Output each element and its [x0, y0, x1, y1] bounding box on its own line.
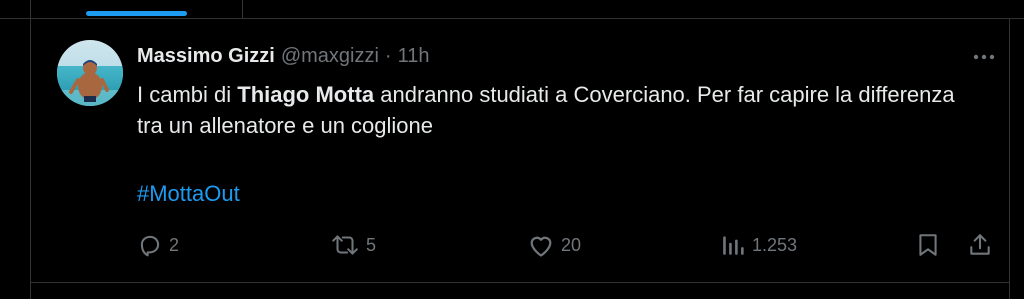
bookmark-button[interactable] — [916, 230, 940, 260]
more-horizontal-icon — [973, 47, 995, 65]
views-count: 1.253 — [752, 234, 798, 255]
bookmark-icon — [916, 232, 940, 258]
reply-button[interactable]: 2 — [137, 230, 179, 260]
reply-icon — [137, 232, 163, 258]
tab-divider — [242, 0, 243, 18]
avatar[interactable] — [57, 40, 123, 106]
repost-icon — [330, 232, 360, 258]
tweet-header: Massimo Gizzi @maxgizzi · 11h — [137, 43, 429, 69]
tab-strip — [0, 0, 1024, 19]
share-icon — [968, 232, 992, 258]
like-count: 20 — [561, 234, 582, 255]
tweet-text: I cambi di Thiago Motta andranno studiat… — [137, 79, 977, 141]
share-button[interactable] — [968, 230, 992, 260]
hashtag-link[interactable]: #MottaOut — [137, 178, 240, 209]
repost-button[interactable]: 5 — [330, 230, 376, 260]
tweet-timestamp[interactable]: 11h — [398, 45, 430, 68]
reply-count: 2 — [169, 234, 180, 255]
page: Massimo Gizzi @maxgizzi · 11h I cambi di… — [0, 0, 1024, 299]
views-chart-icon — [722, 232, 746, 258]
more-options-button[interactable] — [966, 44, 1002, 68]
tweet-text-part: I cambi di — [137, 82, 238, 107]
heart-icon — [527, 232, 555, 258]
author-handle[interactable]: @maxgizzi — [281, 45, 379, 68]
active-tab-indicator — [86, 11, 187, 16]
views-button[interactable]: 1.253 — [722, 230, 797, 260]
like-button[interactable]: 20 — [527, 230, 581, 260]
header-separator: · — [384, 44, 392, 67]
tab-divider — [30, 0, 31, 18]
tweet-text-bold: Thiago Motta — [237, 82, 375, 107]
author-display-name[interactable]: Massimo Gizzi — [137, 45, 275, 68]
repost-count: 5 — [366, 234, 377, 255]
next-tweet-edge — [30, 283, 1010, 299]
